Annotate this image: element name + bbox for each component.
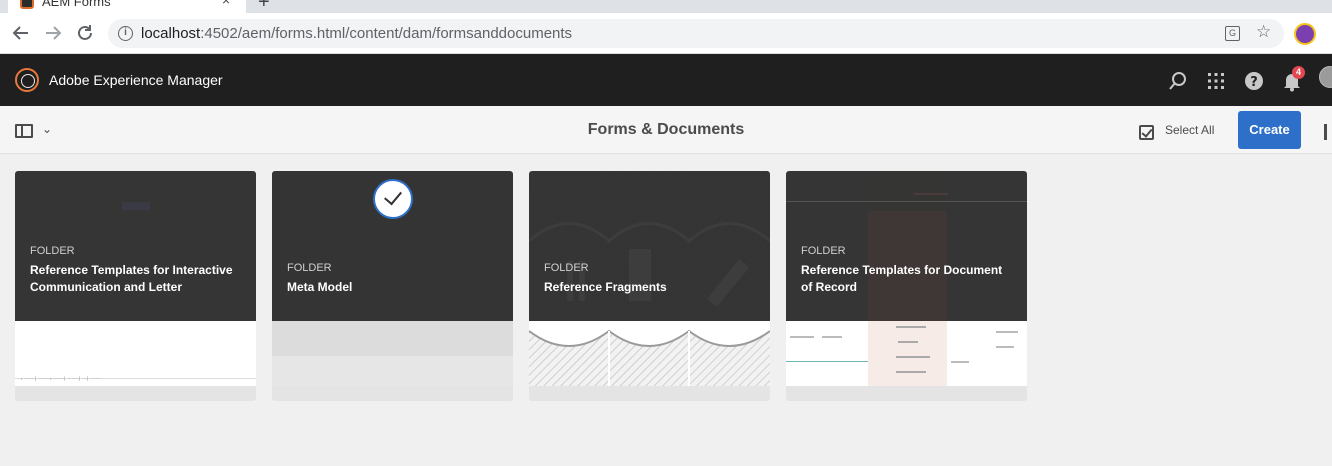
card-type-label: FOLDER bbox=[30, 245, 75, 257]
reload-icon[interactable] bbox=[74, 22, 96, 44]
browser-tab-strip: AEM Forms × + bbox=[0, 0, 1332, 13]
browser-toolbar: i localhost:4502/aem/forms.html/content/… bbox=[0, 13, 1332, 54]
url-text[interactable]: localhost:4502/aem/forms.html/content/da… bbox=[141, 25, 572, 42]
notification-badge: 4 bbox=[1292, 66, 1305, 79]
card-footer bbox=[786, 386, 1027, 401]
card-type-label: FOLDER bbox=[544, 262, 589, 274]
browser-tab[interactable]: AEM Forms × bbox=[8, 0, 246, 13]
aem-logo-icon[interactable] bbox=[15, 68, 39, 92]
select-all-checkbox-icon[interactable] bbox=[1139, 125, 1154, 140]
card-overlay bbox=[529, 171, 770, 321]
card-type-label: FOLDER bbox=[287, 262, 332, 274]
new-tab-button[interactable]: + bbox=[258, 0, 270, 13]
card-footer bbox=[529, 386, 770, 401]
folder-card-document-of-record[interactable]: FOLDER Reference Templates for Document … bbox=[786, 171, 1027, 401]
card-title[interactable]: Reference Fragments bbox=[544, 279, 756, 296]
tab-title: AEM Forms bbox=[42, 0, 111, 9]
aem-header: Adobe Experience Manager ? bbox=[0, 54, 1332, 106]
svg-text:?: ? bbox=[1250, 75, 1258, 90]
search-icon[interactable] bbox=[1167, 70, 1189, 92]
action-bar: ⌄ Forms & Documents Select All Create bbox=[0, 106, 1332, 154]
create-button[interactable]: Create bbox=[1238, 111, 1301, 149]
forward-arrow-icon[interactable] bbox=[42, 22, 64, 44]
tab-close-icon[interactable]: × bbox=[222, 0, 230, 8]
product-title[interactable]: Adobe Experience Manager bbox=[49, 72, 223, 88]
folder-card-interactive-communication[interactable]: ▪ ········ ▏········ ▪ ········ ▏·······… bbox=[15, 171, 256, 401]
solutions-grid-icon[interactable] bbox=[1205, 70, 1227, 92]
card-footer bbox=[15, 386, 256, 401]
page-title: Forms & Documents bbox=[587, 121, 745, 138]
address-bar[interactable]: i localhost:4502/aem/forms.html/content/… bbox=[108, 19, 1284, 48]
aem-favicon-icon bbox=[20, 0, 34, 9]
bookmark-star-icon[interactable]: ☆ bbox=[1256, 22, 1271, 42]
select-all-button[interactable]: Select All bbox=[1165, 123, 1214, 137]
card-footer bbox=[272, 386, 513, 401]
site-info-icon[interactable]: i bbox=[118, 26, 133, 41]
help-icon[interactable]: ? bbox=[1243, 70, 1265, 92]
card-title[interactable]: Reference Templates for Interactive Comm… bbox=[30, 262, 242, 296]
back-arrow-icon[interactable] bbox=[10, 22, 32, 44]
card-title[interactable]: Reference Templates for Document of Reco… bbox=[801, 262, 1013, 296]
selected-check-icon[interactable] bbox=[373, 179, 413, 219]
view-switcher-icon[interactable] bbox=[1324, 124, 1332, 140]
card-title[interactable]: Meta Model bbox=[287, 279, 499, 296]
folder-card-meta-model[interactable]: FOLDER Meta Model bbox=[272, 171, 513, 401]
browser-profile-avatar[interactable] bbox=[1294, 23, 1316, 45]
translate-icon[interactable]: G bbox=[1225, 26, 1240, 41]
card-type-label: FOLDER bbox=[801, 245, 846, 257]
folder-card-reference-fragments[interactable]: FOLDER Reference Fragments bbox=[529, 171, 770, 401]
